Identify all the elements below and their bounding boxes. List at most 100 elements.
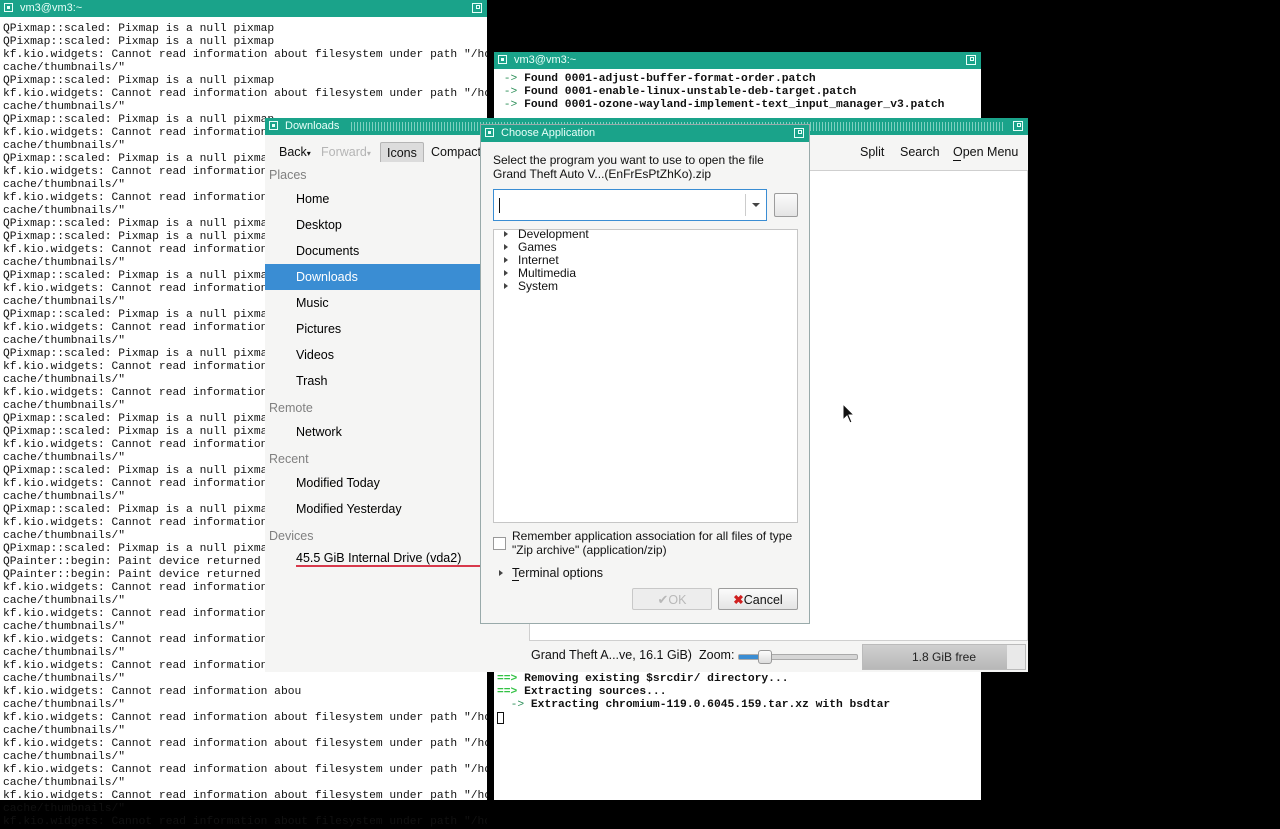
sidebar-item-trash[interactable]: Trash — [265, 368, 481, 394]
window-menu-icon[interactable] — [269, 121, 278, 130]
compact-view-button[interactable]: Compact — [431, 145, 481, 159]
dialog-prompt: Select the program you want to use to op… — [493, 153, 764, 181]
terminal-output-bottom: ==> Removing existing $srcdir/ directory… — [497, 673, 890, 725]
arrow-icon: ==> — [497, 686, 518, 698]
free-space-bar: 1.8 GiB free — [862, 644, 1026, 670]
terminal-line: kf.kio.widgets: Cannot read information … — [3, 790, 487, 802]
drive-capacity-bar — [296, 565, 481, 567]
expand-arrow-icon[interactable] — [504, 231, 508, 237]
window-title: Choose Application — [501, 127, 596, 139]
window-title: vm3@vm3:~ — [20, 2, 83, 14]
terminal-line: kf.kio.widgets: Cannot read information … — [3, 686, 302, 698]
devices-section-header: Devices — [269, 529, 314, 543]
terminal-left-titlebar[interactable]: vm3@vm3:~ — [0, 0, 487, 17]
terminal-right-titlebar[interactable]: vm3@vm3:~ — [494, 52, 981, 69]
sidebar-item-home[interactable]: Home — [265, 186, 481, 212]
terminal-line: kf.kio.widgets: Cannot read information … — [3, 49, 487, 61]
places-panel: Places Home Desktop Documents Downloads … — [265, 162, 481, 672]
choose-application-dialog[interactable]: Choose Application Select the program yo… — [480, 124, 810, 624]
sidebar-item-network[interactable]: Network — [265, 419, 481, 445]
terminal-cursor[interactable] — [497, 712, 504, 724]
arrow-icon: -> — [497, 86, 525, 98]
icons-view-button[interactable]: Icons — [380, 142, 424, 164]
terminal-line: cache/thumbnails/" — [3, 62, 126, 74]
terminal-line: kf.kio.widgets: Cannot read information … — [3, 764, 487, 776]
sidebar-item-documents[interactable]: Documents — [265, 238, 481, 264]
arrow-icon: -> — [497, 99, 525, 111]
arrow-icon: ==> — [497, 673, 518, 685]
text-cursor — [499, 198, 500, 213]
sidebar-item-videos[interactable]: Videos — [265, 342, 481, 368]
open-menu-underline — [953, 160, 961, 161]
mouse-pointer-icon — [842, 403, 856, 424]
tree-item-system[interactable]: System — [504, 280, 558, 293]
maximize-icon[interactable] — [794, 128, 804, 138]
application-tree[interactable]: Development Games Internet Multimedia Sy… — [493, 228, 798, 523]
ok-button[interactable]: ✔OK — [632, 588, 712, 610]
maximize-icon[interactable] — [966, 55, 976, 65]
dialog-prompt-line: Select the program you want to use to op… — [493, 153, 764, 167]
free-space-label: 1.8 GiB free — [911, 650, 977, 664]
sidebar-item-pictures[interactable]: Pictures — [265, 316, 481, 342]
cancel-button[interactable]: ✖Cancel — [718, 588, 798, 610]
terminal-line: Removing existing $srcdir/ directory... — [524, 673, 789, 685]
window-menu-icon[interactable] — [498, 55, 507, 64]
terminal-output-top: -> Found 0001-adjust-buffer-format-order… — [497, 73, 945, 112]
terminal-line: cache/thumbnails/" — [3, 751, 126, 763]
terminal-line: kf.kio.widgets: Cannot read information … — [3, 816, 487, 828]
combobox-divider — [745, 194, 746, 216]
maximize-icon[interactable] — [1013, 121, 1023, 131]
terminal-line: QPixmap::scaled: Pixmap is a null pixmap — [3, 75, 275, 87]
terminal-line: cache/thumbnails/" — [3, 777, 126, 789]
maximize-icon[interactable] — [472, 3, 482, 13]
terminal-line: QPixmap::scaled: Pixmap is a null pixmap — [3, 36, 275, 48]
split-button[interactable]: Split — [860, 145, 884, 159]
terminal-line: cache/thumbnails/" — [3, 803, 126, 815]
remember-checkbox[interactable] — [493, 537, 506, 550]
sidebar-item-modified-yesterday[interactable]: Modified Yesterday — [265, 496, 481, 522]
sidebar-item-modified-today[interactable]: Modified Today — [265, 470, 481, 496]
chevron-down-icon[interactable] — [752, 203, 760, 207]
terminal-line: cache/thumbnails/" — [3, 101, 126, 113]
terminal-line: Extracting sources... — [524, 686, 667, 698]
sidebar-item-internal-drive[interactable]: 45.5 GiB Internal Drive (vda2) — [265, 545, 481, 571]
drive-capacity-fill — [296, 565, 481, 567]
terminal-line: cache/thumbnails/" — [3, 673, 126, 685]
dialog-titlebar[interactable]: Choose Application — [481, 125, 809, 142]
sidebar-item-music[interactable]: Music — [265, 290, 481, 316]
remember-label[interactable]: Remember application association for all… — [512, 529, 792, 557]
terminal-line: Extracting chromium-119.0.6045.159.tar.x… — [530, 699, 891, 711]
terminal-options-toggle[interactable]: Terminal options — [512, 566, 603, 580]
terminal-line: kf.kio.widgets: Cannot read information … — [3, 88, 487, 100]
expand-arrow-icon[interactable] — [504, 270, 508, 276]
terminal-line: cache/thumbnails/" — [3, 699, 126, 711]
status-text: Grand Theft A...ve, 16.1 GiB) — [531, 648, 692, 662]
window-menu-icon[interactable] — [485, 128, 494, 137]
window-menu-icon[interactable] — [4, 3, 13, 12]
dialog-filename: Grand Theft Auto V...(EnFrEsPtZhKo).zip — [493, 167, 712, 181]
remote-section-header: Remote — [269, 401, 313, 415]
browse-button[interactable] — [774, 193, 798, 217]
window-title: Downloads — [285, 120, 340, 132]
terminal-line: QPixmap::scaled: Pixmap is a null pixmap — [3, 23, 275, 35]
search-button[interactable]: Search — [900, 145, 940, 159]
back-button[interactable]: Back▾ — [279, 145, 311, 159]
expand-arrow-icon[interactable] — [504, 283, 508, 289]
sidebar-item-desktop[interactable]: Desktop — [265, 212, 481, 238]
application-combobox[interactable] — [493, 189, 767, 221]
expand-arrow-icon[interactable] — [504, 257, 508, 263]
sidebar-item-downloads[interactable]: Downloads — [265, 264, 481, 290]
arrow-icon: -> — [497, 73, 525, 85]
forward-button[interactable]: Forward▾ — [321, 145, 371, 159]
terminal-line: Found 0001-enable-linux-unstable-deb-tar… — [524, 86, 857, 98]
terminal-line: cache/thumbnails/" — [3, 725, 126, 737]
open-menu-button[interactable]: Open Menu — [953, 145, 1018, 159]
expand-arrow-icon[interactable] — [504, 244, 508, 250]
zoom-label: Zoom: — [699, 648, 735, 662]
terminal-line: kf.kio.widgets: Cannot read information … — [3, 738, 487, 750]
zoom-slider[interactable] — [738, 650, 858, 664]
zoom-slider-handle[interactable] — [757, 650, 772, 664]
terminal-line: Found 0001-adjust-buffer-format-order.pa… — [524, 73, 816, 85]
check-icon: ✔ — [657, 592, 669, 607]
terminal-options-expand-icon[interactable] — [499, 570, 503, 576]
